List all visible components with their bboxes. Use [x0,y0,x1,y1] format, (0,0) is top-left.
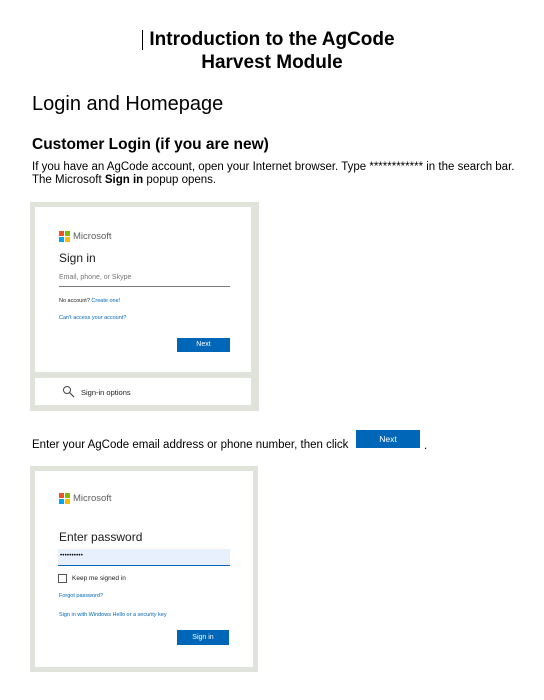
create-account-link: Create one! [91,298,121,304]
password-field [58,549,230,566]
intro-text-2: popup opens. [143,174,217,186]
forgot-password-link: Forgot password? [59,593,104,599]
microsoft-brand: Microsoft [73,493,112,504]
microsoft-logo-icon [59,493,70,504]
signin-button: Sign in [177,630,229,645]
no-account-label: No account? [59,298,90,304]
no-account-text: No account? Create one! [59,298,120,304]
doc-title-line1: Introduction to the AgCode [149,29,395,50]
signin-heading: Sign in [59,251,96,265]
keep-signed-in-label: Keep me signed in [72,575,126,582]
doc-title-line2: Harvest Module [201,52,343,73]
key-search-icon [63,386,75,398]
password-card: Microsoft Enter password •••••••••• Keep… [35,471,253,667]
cant-access-link: Can't access your account? [59,315,127,321]
inline-next-button: Next [356,430,420,448]
intro-bold-signin: Sign in [104,174,144,186]
intro-paragraph: If you have an AgCode account, open your… [32,161,522,187]
signin-screenshot: Microsoft Sign in Email, phone, or Skype… [30,202,259,411]
microsoft-brand: Microsoft [73,231,112,242]
password-screenshot: Microsoft Enter password •••••••••• Keep… [30,466,258,672]
signin-options-card: Sign-in options [35,378,251,405]
microsoft-logo-icon [59,231,70,242]
section-heading: Login and Homepage [32,93,224,115]
subsection-heading: Customer Login (if you are new) [32,136,269,153]
signin-options-label: Sign-in options [81,388,131,397]
password-heading: Enter password [59,530,143,544]
password-mask: •••••••••• [60,553,84,559]
next-button: Next [177,338,230,352]
instruction-text: Enter your AgCode email address or phone… [32,439,349,451]
email-input-placeholder: Email, phone, or Skype [59,274,132,281]
instruction-period: . [424,440,428,452]
email-field [59,286,230,287]
windows-hello-link: Sign in with Windows Hello or a security… [59,612,167,618]
signin-card: Microsoft Sign in Email, phone, or Skype… [35,207,251,372]
keep-signed-in-checkbox [58,574,67,583]
